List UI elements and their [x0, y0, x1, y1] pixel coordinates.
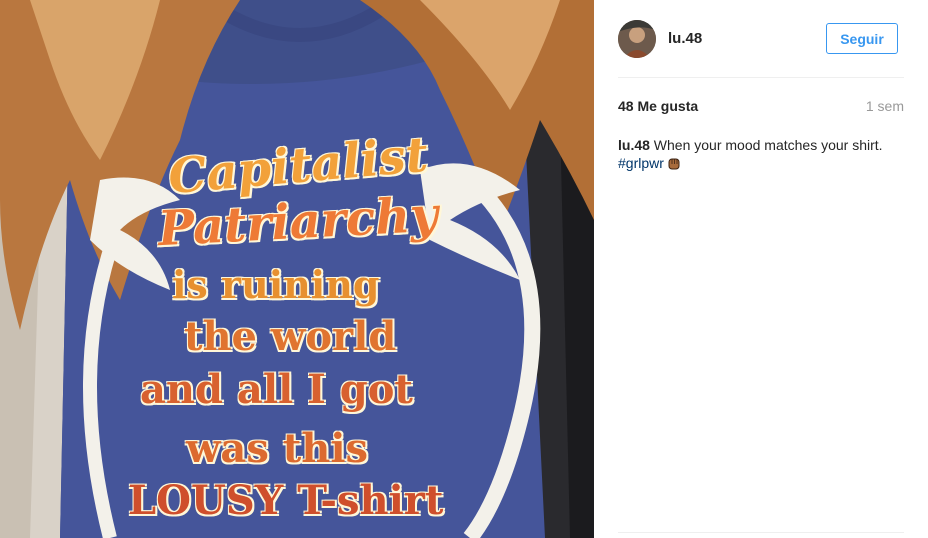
- caption-text: When your mood matches your shirt.: [649, 137, 883, 153]
- post-header: lu.48 Seguir: [618, 0, 904, 78]
- post-side-panel: lu.48 Seguir 48 Me gusta 1 sem lu.48 Whe…: [594, 0, 928, 538]
- shirt-line-5: and all I got: [140, 366, 413, 413]
- comments-divider: [618, 532, 904, 533]
- post-photo[interactable]: Capitalist Patriarchy is ruining the wor…: [0, 0, 594, 538]
- username-link[interactable]: lu.48: [668, 30, 702, 47]
- avatar-image: [618, 19, 656, 58]
- likes-count[interactable]: 48 Me gusta: [618, 98, 698, 114]
- shirt-line-3: is ruining: [172, 262, 380, 307]
- shirt-line-6: was this: [186, 425, 369, 472]
- shirt-line-4: the world: [184, 313, 397, 360]
- follow-button[interactable]: Seguir: [826, 23, 898, 54]
- shirt-line-7: LOUSY T-shirt: [128, 477, 444, 524]
- caption-username-link[interactable]: lu.48: [618, 137, 650, 153]
- shirt-print-text: Capitalist Patriarchy is ruining the wor…: [0, 0, 594, 538]
- post-caption: lu.48 When your mood matches your shirt.…: [618, 136, 904, 172]
- avatar[interactable]: [618, 19, 656, 58]
- post-timestamp[interactable]: 1 sem: [866, 98, 904, 114]
- hashtag-link[interactable]: #grlpwr: [618, 155, 664, 171]
- raised-fist-icon: [668, 156, 680, 170]
- post-meta-row: 48 Me gusta 1 sem: [618, 98, 904, 114]
